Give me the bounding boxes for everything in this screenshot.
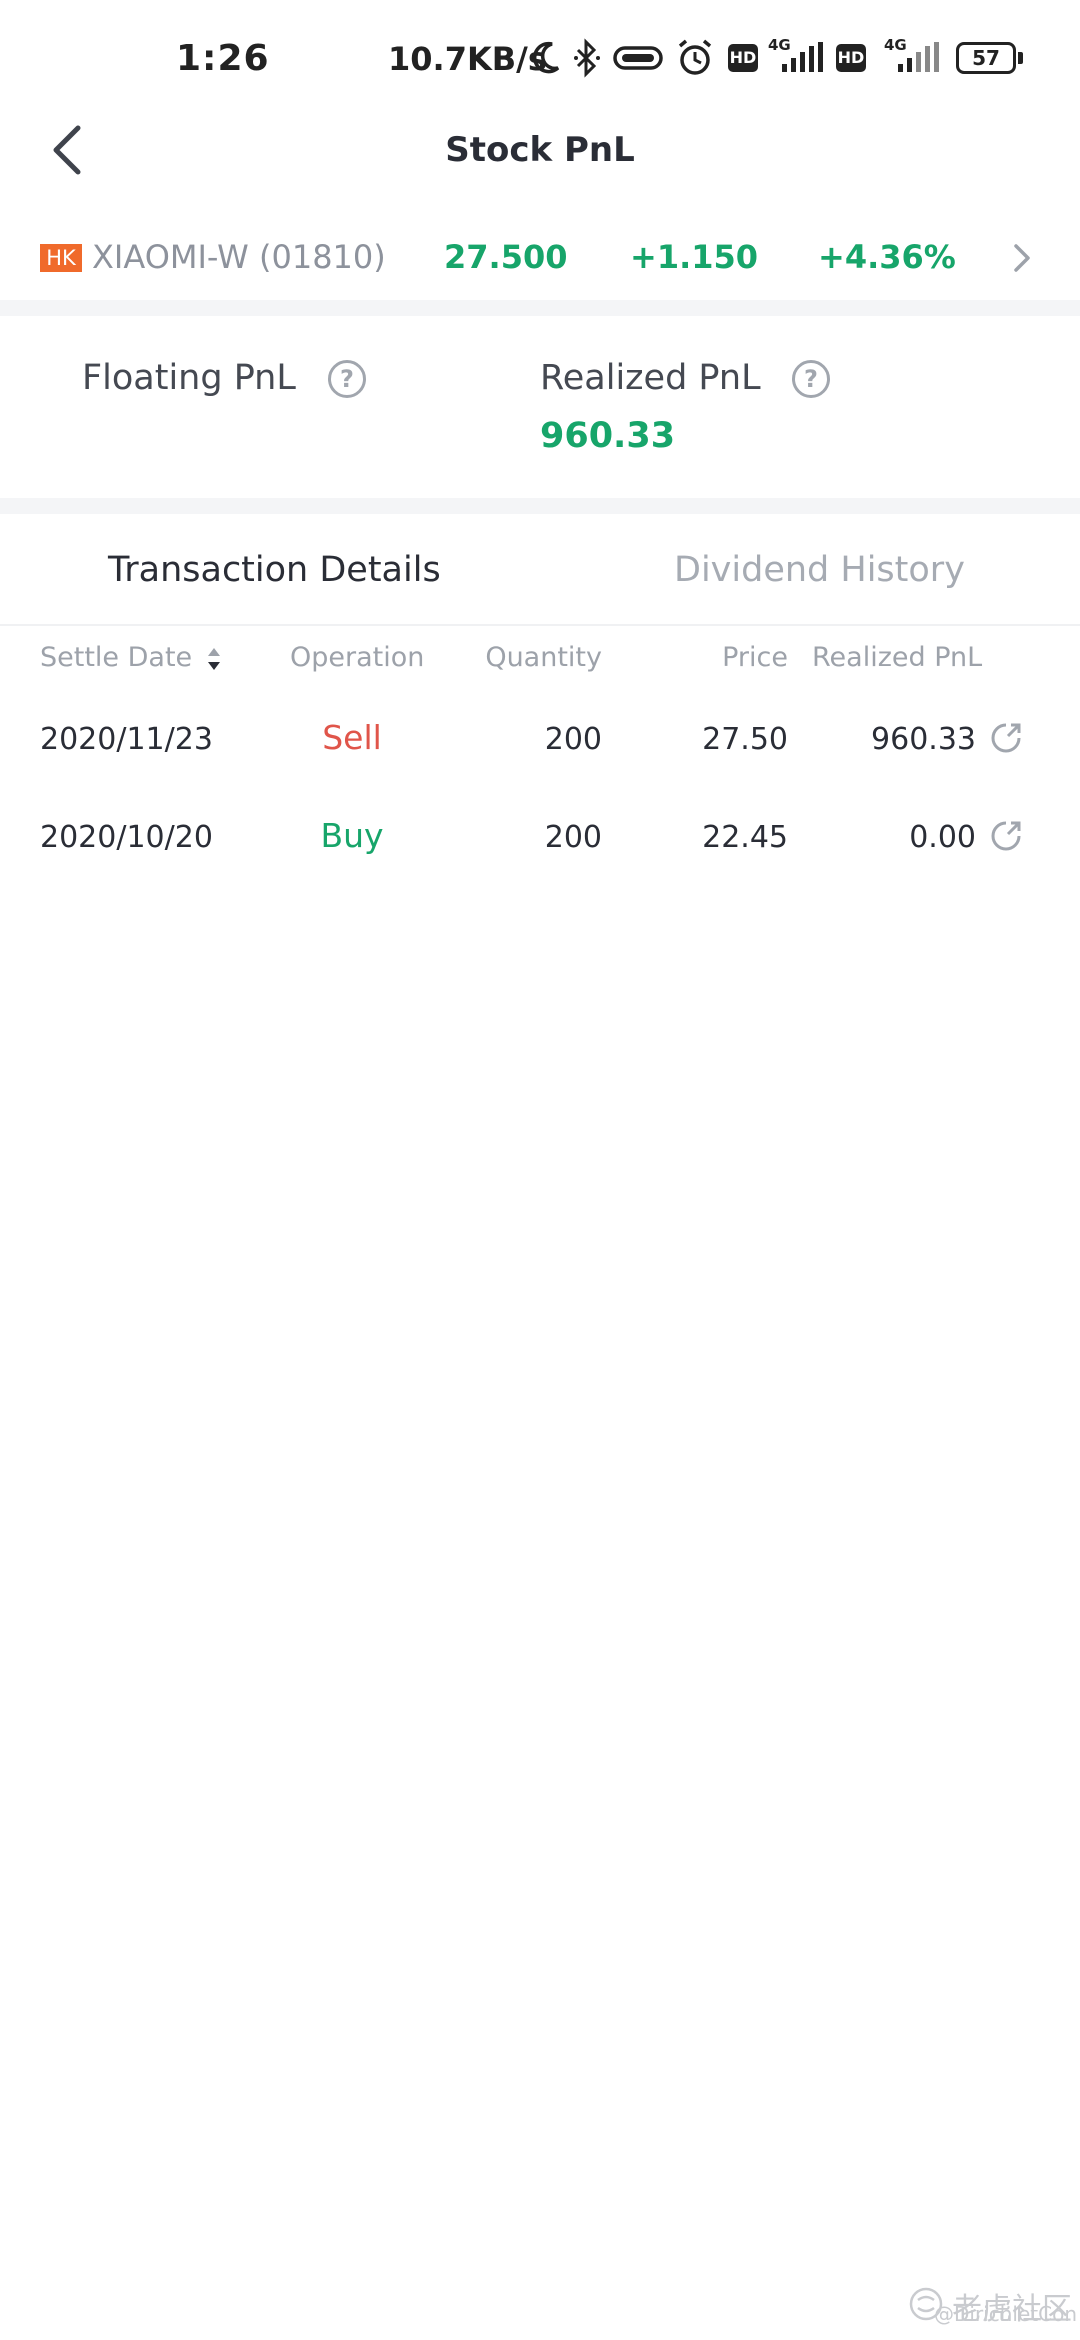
page-title: Stock PnL	[445, 130, 635, 170]
status-bar: 1:26 10.7KB/s HD 4G HD 4G 57	[0, 0, 1080, 120]
quantity: 200	[544, 722, 602, 757]
price: 27.50	[702, 722, 788, 757]
settle-date: 2020/11/23	[40, 722, 213, 757]
column-quantity: Quantity	[485, 642, 602, 673]
market-badge: HK	[40, 244, 82, 272]
stock-price: 27.500	[444, 238, 568, 276]
stock-quote-row[interactable]: HK XIAOMI-W (01810) 27.500 +1.150 +4.36%	[0, 220, 1080, 300]
hd-label-2: HD	[837, 48, 865, 67]
status-time: 1:26	[176, 38, 270, 79]
column-realized-pnl: Realized PnL	[812, 642, 983, 673]
operation: Buy	[320, 816, 384, 855]
hd-label: HD	[729, 48, 757, 67]
section-divider-2	[0, 498, 1080, 514]
moon-icon	[532, 41, 560, 74]
column-operation: Operation	[290, 642, 425, 673]
settle-date: 2020/10/20	[40, 820, 213, 855]
battery-level: 57	[972, 46, 1000, 70]
vibrate-icon	[613, 46, 663, 70]
floating-pnl-label: Floating PnL	[82, 358, 296, 398]
sort-icon[interactable]	[206, 644, 222, 674]
column-price: Price	[722, 642, 788, 673]
floating-pnl-help-icon[interactable]: ?	[328, 360, 366, 398]
realized-pnl-label: Realized PnL	[540, 358, 761, 398]
chevron-right-icon	[1014, 244, 1030, 272]
battery-icon: 57	[956, 42, 1016, 74]
battery-tip	[1018, 52, 1023, 64]
tab-transaction-details[interactable]: Transaction Details	[108, 550, 441, 590]
tab-dividend-history[interactable]: Dividend History	[674, 550, 965, 590]
share-icon[interactable]	[990, 722, 1022, 754]
hd-icon-2: HD	[836, 44, 866, 72]
tab-divider	[0, 624, 1080, 626]
column-settle-date[interactable]: Settle Date	[40, 642, 192, 673]
price: 22.45	[702, 820, 788, 855]
alarm-icon	[678, 39, 712, 75]
status-net-speed: 10.7KB/s	[388, 40, 547, 78]
stock-name: XIAOMI-W (01810)	[92, 238, 386, 276]
signal-icon	[782, 42, 823, 72]
operation: Sell	[322, 718, 382, 757]
realized-pnl-help-icon[interactable]: ?	[792, 360, 830, 398]
stock-change-pct: +4.36%	[818, 238, 956, 276]
section-divider	[0, 300, 1080, 316]
realized-pnl: 960.33	[871, 722, 976, 757]
signal-icon-2	[898, 42, 939, 72]
realized-pnl-value: 960.33	[540, 416, 676, 456]
watermark-handle: @DirichletCon	[934, 2302, 1077, 2326]
hd-icon: HD	[728, 44, 758, 72]
stock-change: +1.150	[630, 238, 759, 276]
quantity: 200	[544, 820, 602, 855]
bluetooth-icon	[574, 38, 600, 78]
realized-pnl: 0.00	[909, 820, 976, 855]
share-icon[interactable]	[990, 820, 1022, 852]
